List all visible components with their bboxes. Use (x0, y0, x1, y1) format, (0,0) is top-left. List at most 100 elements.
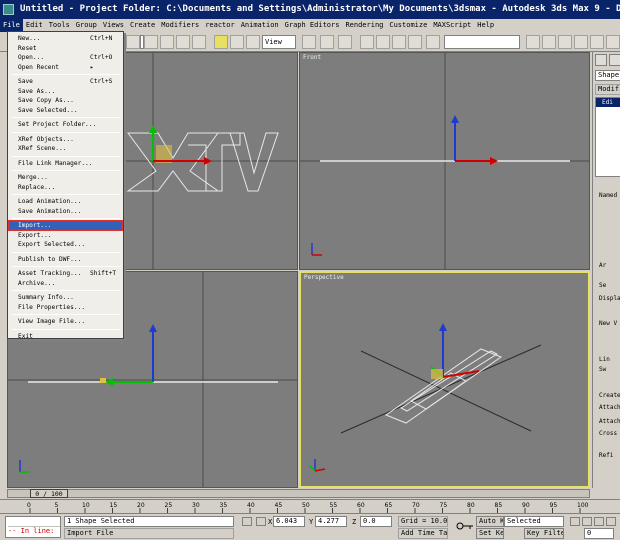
material-editor-icon[interactable] (606, 35, 620, 49)
undo-icon[interactable] (126, 35, 140, 49)
file-menu-item[interactable]: Exit (9, 332, 122, 341)
pivot-icon[interactable] (302, 35, 316, 49)
z-coordinate-field[interactable]: 0.0 (360, 516, 392, 527)
lock-selection-icon[interactable] (242, 517, 252, 526)
reference-coordinate-select[interactable]: View (262, 35, 296, 49)
auto-key-button[interactable]: Auto Key (476, 516, 504, 527)
schematic-view-icon[interactable] (590, 35, 604, 49)
go-to-start-icon[interactable] (570, 517, 580, 526)
file-menu-item[interactable]: File Link Manager... (9, 159, 122, 168)
modifier-stack[interactable]: Edi (595, 97, 620, 177)
file-menu-item[interactable]: Load Animation... (9, 197, 122, 206)
file-menu-item[interactable]: Asset Tracking... Shift+T (9, 269, 122, 278)
time-slider-thumb[interactable]: 0 / 100 (30, 489, 68, 498)
viewport-front[interactable]: Front (299, 52, 590, 270)
percent-snap-icon[interactable] (392, 35, 406, 49)
menu-reactor[interactable]: reactor (202, 19, 238, 32)
command-panel-label[interactable]: Attach (599, 404, 620, 411)
file-menu-item[interactable]: XRef Objects... (9, 135, 122, 144)
mirror-icon[interactable] (526, 35, 540, 49)
file-menu-item[interactable]: View Image File... (9, 317, 122, 326)
spinner-snap-icon[interactable] (408, 35, 422, 49)
file-menu-item[interactable]: New... Ctrl+N (9, 34, 122, 43)
layer-manager-icon[interactable] (558, 35, 572, 49)
file-menu-item[interactable]: Open... Ctrl+O (9, 53, 122, 62)
menu-animation[interactable]: Animation (238, 19, 282, 32)
previous-frame-icon[interactable] (582, 517, 592, 526)
region-select-icon[interactable] (176, 35, 190, 49)
manipulate-icon[interactable] (320, 35, 334, 49)
snap-icon[interactable] (360, 35, 374, 49)
file-menu-item[interactable]: Merge... (9, 173, 122, 182)
file-menu-item[interactable]: Save Ctrl+S (9, 77, 122, 86)
key-icon[interactable] (456, 520, 474, 532)
set-key-button[interactable]: Set Key (476, 528, 504, 539)
select-move-icon[interactable] (214, 35, 228, 49)
keyboard-shortcut-icon[interactable] (338, 35, 352, 49)
command-panel-label[interactable]: Create (599, 392, 620, 399)
command-panel-label[interactable]: Sw (599, 366, 606, 373)
named-selection-sets-select[interactable] (444, 35, 520, 49)
command-panel-label[interactable]: Cross Se (599, 430, 620, 437)
file-menu-item[interactable]: Archive... (9, 279, 122, 288)
file-menu-item[interactable]: Save Copy As... (9, 96, 122, 105)
object-name-field[interactable]: Shape1 (595, 70, 620, 81)
command-panel-label[interactable]: Lin (599, 356, 610, 363)
modifier-list-select[interactable]: Modifier L (595, 84, 620, 95)
select-by-name-icon[interactable] (160, 35, 174, 49)
next-frame-icon[interactable] (606, 517, 616, 526)
named-selection-icon[interactable] (426, 35, 440, 49)
file-menu-item[interactable]: Save As... (9, 87, 122, 96)
select-rotate-icon[interactable] (230, 35, 244, 49)
play-icon[interactable] (594, 517, 604, 526)
maxscript-listener[interactable]: -- In line: (5, 516, 61, 538)
key-filters-button[interactable]: Key Filters... (524, 528, 564, 539)
absolute-mode-icon[interactable] (256, 517, 266, 526)
file-menu-item-label: Save Selected... (18, 106, 78, 114)
file-menu-item[interactable]: XRef Scene... (9, 144, 122, 153)
menu-create[interactable]: Create (127, 19, 158, 32)
file-menu-item[interactable]: Import... (8, 220, 123, 231)
file-menu-item[interactable]: Replace... (9, 183, 122, 192)
add-time-tag-button[interactable]: Add Time Tag (398, 528, 448, 539)
menu-customize[interactable]: Customize (386, 19, 430, 32)
file-menu-item[interactable]: Summary Info... (9, 293, 122, 302)
file-menu-item[interactable]: Set Project Folder... (9, 120, 122, 129)
file-menu-item[interactable]: Save Selected... (9, 106, 122, 115)
command-panel-label[interactable]: Named (599, 192, 617, 199)
key-mode-select[interactable]: Selected (504, 516, 564, 527)
curve-editor-icon[interactable] (574, 35, 588, 49)
menu-maxscript[interactable]: MAXScript (430, 19, 474, 32)
menu-modifiers[interactable]: Modifiers (158, 19, 202, 32)
menu-rendering[interactable]: Rendering (342, 19, 386, 32)
modifier-stack-item[interactable]: Edi (596, 98, 620, 107)
file-menu-item[interactable]: Publish to DWF... (9, 255, 122, 264)
file-menu-item[interactable]: Open Recent ▸ (9, 63, 122, 72)
window-crossing-icon[interactable] (192, 35, 206, 49)
y-coordinate-field[interactable]: 4.277 (315, 516, 347, 527)
file-menu-item[interactable]: Save Animation... (9, 207, 122, 216)
command-panel-label[interactable]: Display (599, 295, 620, 302)
file-menu-item[interactable]: File Properties... (9, 303, 122, 312)
x-coordinate-field[interactable]: 6.043 (273, 516, 305, 527)
file-menu-item[interactable]: Export... (9, 231, 122, 240)
command-panel-label[interactable]: Ar (599, 262, 606, 269)
current-frame-field[interactable]: 0 (584, 528, 614, 539)
menu-help[interactable]: Help (474, 19, 497, 32)
angle-snap-icon[interactable] (376, 35, 390, 49)
command-panel-label[interactable]: New V (599, 320, 617, 327)
select-object-icon[interactable] (144, 35, 158, 49)
viewport-perspective[interactable]: Perspective (299, 271, 590, 488)
modify-tab-icon[interactable] (609, 54, 620, 66)
command-panel-label[interactable]: Se (599, 282, 606, 289)
track-bar[interactable]: 0 5 10 15 20 25 30 35 40 45 50 55 60 65 70 75 80 85 90 95 10… (0, 499, 620, 514)
file-menu-item[interactable]: Reset (9, 44, 122, 53)
menu-graph-editors[interactable]: Graph Editors (282, 19, 343, 32)
command-panel-label[interactable]: Refi (599, 452, 613, 459)
select-scale-icon[interactable] (246, 35, 260, 49)
time-slider[interactable]: 0 / 100 (0, 488, 620, 499)
command-panel-label[interactable]: Attach M (599, 418, 620, 425)
create-tab-icon[interactable] (595, 54, 607, 66)
file-menu-item[interactable]: Export Selected... (9, 240, 122, 249)
align-icon[interactable] (542, 35, 556, 49)
